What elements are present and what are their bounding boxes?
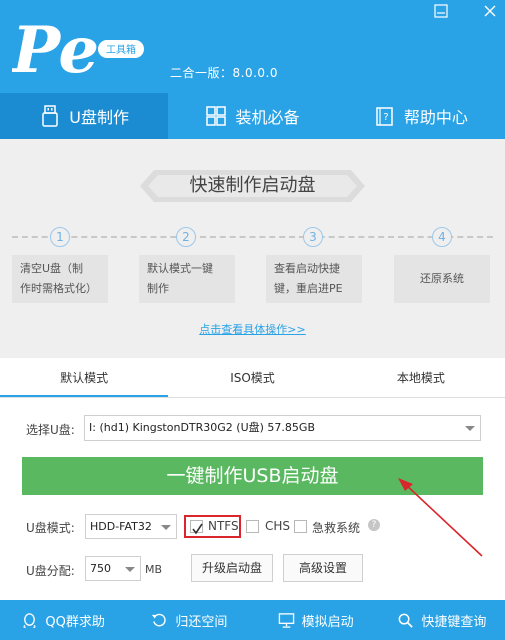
- chs-label: CHS: [265, 519, 291, 533]
- mode-tabs: 默认模式 ISO模式 本地模式: [0, 358, 505, 398]
- usb-mode-label: U盘模式:: [26, 521, 75, 535]
- step-number: 1: [50, 227, 70, 247]
- step-card: 查看启动快捷 键，重启进PE: [266, 255, 362, 303]
- step-text: 默认模式一键: [147, 262, 213, 275]
- usb-drive-value: I: (hd1) KingstonDTR30G2 (U盘) 57.85GB: [89, 421, 315, 434]
- qq-group-help-button[interactable]: QQ群求助: [0, 600, 126, 640]
- tab-local-mode[interactable]: 本地模式: [337, 358, 505, 397]
- ntfs-checkbox[interactable]: [190, 520, 203, 535]
- step-number: 4: [432, 227, 452, 247]
- partition-size-select[interactable]: 750: [85, 556, 141, 581]
- usb-icon: [42, 105, 59, 127]
- rescue-system-label: 急救系统: [312, 521, 361, 535]
- step-text: 查看启动快捷: [274, 262, 340, 275]
- search-icon: [398, 613, 414, 628]
- ntfs-label: NTFS: [208, 519, 239, 533]
- qq-group-help-label: QQ群求助: [45, 614, 105, 630]
- step-text: 还原系统: [420, 272, 464, 285]
- usb-mode-value: HDD-FAT32: [90, 520, 152, 533]
- usb-select-label: 选择U盘:: [26, 423, 75, 437]
- tab-install-essentials-label: 装机必备: [235, 108, 300, 127]
- simulate-boot-label: 模拟启动: [301, 614, 354, 630]
- view-steps-link[interactable]: 点击查看具体操作>>: [0, 321, 505, 337]
- usb-mode-select[interactable]: HDD-FAT32: [85, 514, 177, 539]
- simulate-boot-button[interactable]: 模拟启动: [253, 600, 379, 640]
- partition-unit-label: MB: [145, 563, 163, 576]
- guide-title: 快速制作启动盘: [189, 175, 316, 196]
- chs-checkbox[interactable]: [246, 520, 259, 533]
- chevron-down-icon: [161, 524, 171, 530]
- steps-dashed-line: [12, 236, 493, 238]
- step-text: 键，重启进PE: [274, 282, 343, 295]
- tab-usb-make-label: U盘制作: [69, 108, 130, 127]
- step-card: 默认模式一键 制作: [139, 255, 235, 303]
- step-text: 作时需格式化）: [20, 282, 97, 295]
- chevron-down-icon: [125, 566, 135, 572]
- tab-help-center[interactable]: ? 帮助中心: [337, 93, 505, 139]
- restore-icon: [152, 613, 167, 626]
- restore-space-label: 归还空间: [175, 614, 228, 630]
- apps-grid-icon: [206, 106, 227, 126]
- tab-install-essentials[interactable]: 装机必备: [168, 93, 336, 139]
- main-tabs: U盘制作 装机必备 ? 帮助中心: [0, 93, 505, 139]
- qq-icon: [23, 612, 36, 628]
- tab-default-mode[interactable]: 默认模式: [0, 358, 169, 397]
- step-card: 清空U盘（制 作时需格式化）: [12, 255, 108, 303]
- partition-label: U盘分配:: [26, 564, 75, 578]
- restore-space-button[interactable]: 归还空间: [126, 600, 252, 640]
- usb-drive-select[interactable]: I: (hd1) KingstonDTR30G2 (U盘) 57.85GB: [84, 415, 481, 441]
- monitor-icon: [278, 612, 294, 628]
- tab-usb-make[interactable]: U盘制作: [0, 93, 169, 139]
- step-text: 制作: [147, 282, 169, 295]
- shortcut-query-label: 快捷键查询: [421, 614, 487, 630]
- close-icon[interactable]: [482, 4, 498, 20]
- step-number: 3: [303, 227, 323, 247]
- advanced-settings-button[interactable]: 高级设置: [283, 554, 363, 582]
- quick-guide-panel: 快速制作启动盘 1 2 3 4 清空U盘（制 作时需格式化） 默认模式一键 制作…: [0, 139, 505, 358]
- step-card: 还原系统: [394, 255, 490, 303]
- tab-help-center-label: 帮助中心: [403, 108, 468, 127]
- help-book-icon: ?: [376, 107, 393, 126]
- rescue-system-checkbox[interactable]: [294, 520, 307, 533]
- version-label: 二合一版：8.0.0.0: [170, 66, 278, 80]
- header: Pe 工具箱 二合一版：8.0.0.0: [0, 0, 505, 93]
- shortcut-query-button[interactable]: 快捷键查询: [379, 600, 505, 640]
- step-number: 2: [176, 227, 196, 247]
- annotation-arrow-icon: [398, 478, 483, 557]
- footer-bar: QQ群求助 归还空间 模拟启动 快捷键查询: [0, 600, 505, 640]
- partition-size-value: 750: [90, 562, 111, 575]
- upgrade-boot-disk-button[interactable]: 升级启动盘: [191, 554, 273, 582]
- svg-text:工具箱: 工具箱: [106, 43, 136, 56]
- minimize-icon[interactable]: [433, 4, 449, 20]
- svg-text:?: ?: [383, 112, 388, 123]
- step-text: 清空U盘（制: [20, 262, 84, 275]
- tab-iso-mode[interactable]: ISO模式: [168, 358, 336, 397]
- help-icon[interactable]: ?: [368, 519, 380, 531]
- guide-banner: 快速制作启动盘: [140, 169, 365, 203]
- checkmark-icon: [192, 523, 203, 535]
- chevron-down-icon: [465, 426, 475, 431]
- pe-logo: Pe 工具箱: [10, 13, 152, 88]
- svg-text:Pe: Pe: [12, 14, 99, 84]
